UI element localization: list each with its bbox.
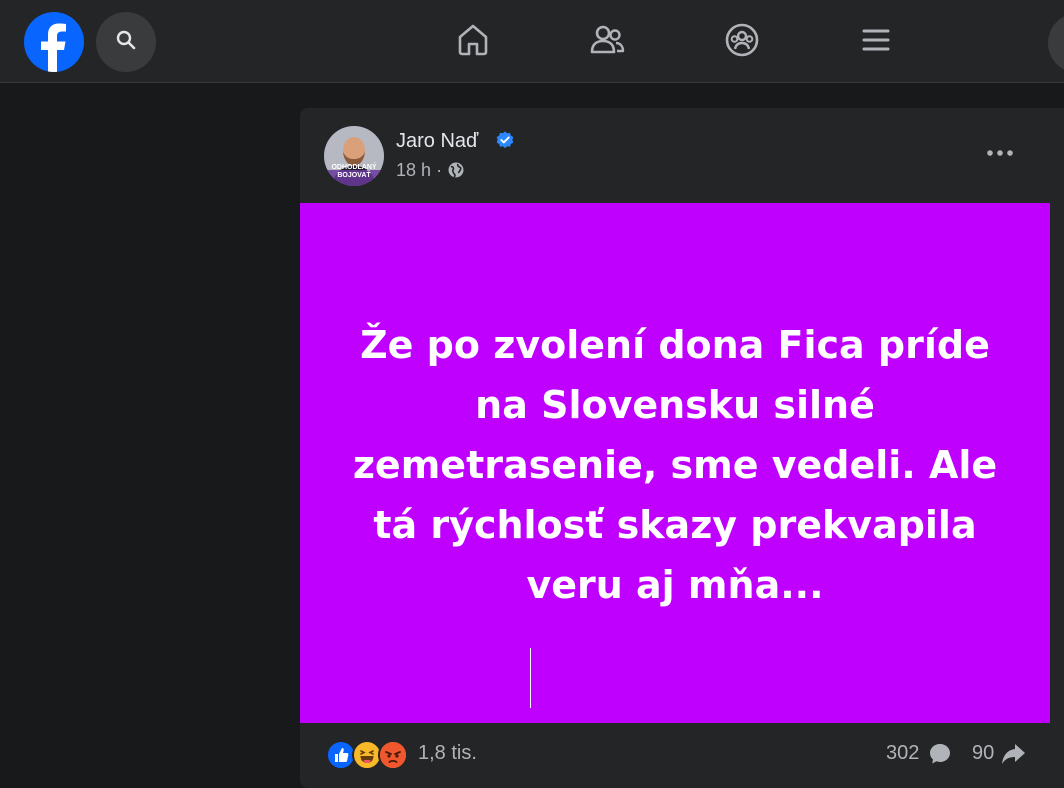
post-options-button[interactable] [980, 135, 1020, 171]
angry-reaction-icon [378, 740, 408, 770]
share-icon [1000, 742, 1026, 766]
post-text-line: veru aj mňa... [526, 563, 824, 607]
home-icon [455, 22, 491, 63]
share-count[interactable]: 90 [972, 742, 994, 765]
separator: · [436, 160, 443, 180]
author-name[interactable]: Jaro Naď [396, 128, 478, 154]
more-options-icon [986, 144, 1014, 162]
post-text: Že po zvolení dona Fica príde na Slovens… [340, 315, 1010, 615]
search-icon [114, 28, 138, 57]
account-button[interactable] [1048, 13, 1064, 73]
feed-post: ODHODLANÝ BOJOVAŤ Jaro Naď 18 h · Že po … [300, 108, 1064, 788]
groups-icon [724, 22, 760, 63]
search-button[interactable] [96, 12, 156, 72]
top-navigation-bar [0, 0, 1064, 83]
post-text-line: Že po zvolení dona Fica príde [360, 323, 990, 367]
friends-tab[interactable] [583, 18, 631, 66]
avatar-caption-line: ODHODLANÝ [331, 164, 377, 171]
avatar-caption-line: BOJOVAŤ [337, 172, 371, 179]
post-text-line: tá rýchlosť skazy prekvapila [373, 503, 977, 547]
avatar-caption: ODHODLANÝ BOJOVAŤ [324, 164, 384, 180]
post-timestamp[interactable]: 18 h · [396, 158, 442, 182]
reaction-count[interactable]: 1,8 tis. [418, 742, 477, 765]
post-text-line: na Slovensku silné [475, 383, 875, 427]
author-avatar[interactable]: ODHODLANÝ BOJOVAŤ [324, 126, 384, 186]
menu-icon [858, 22, 894, 63]
post-text-line: zemetrasenie, sme vedeli. Ale [352, 443, 998, 487]
comment-count[interactable]: 302 [886, 742, 919, 765]
post-text-background: Že po zvolení dona Fica príde na Slovens… [300, 203, 1050, 723]
verified-badge-icon [496, 131, 514, 149]
groups-tab[interactable] [718, 18, 766, 66]
timestamp-text: 18 h [396, 160, 432, 180]
menu-tab[interactable] [852, 18, 900, 66]
text-cursor [530, 648, 531, 708]
reaction-icons[interactable] [326, 740, 416, 770]
home-tab[interactable] [449, 18, 497, 66]
facebook-logo-icon[interactable] [24, 12, 84, 72]
comment-icon [928, 742, 952, 766]
globe-icon [448, 162, 464, 178]
friends-icon [589, 22, 625, 63]
